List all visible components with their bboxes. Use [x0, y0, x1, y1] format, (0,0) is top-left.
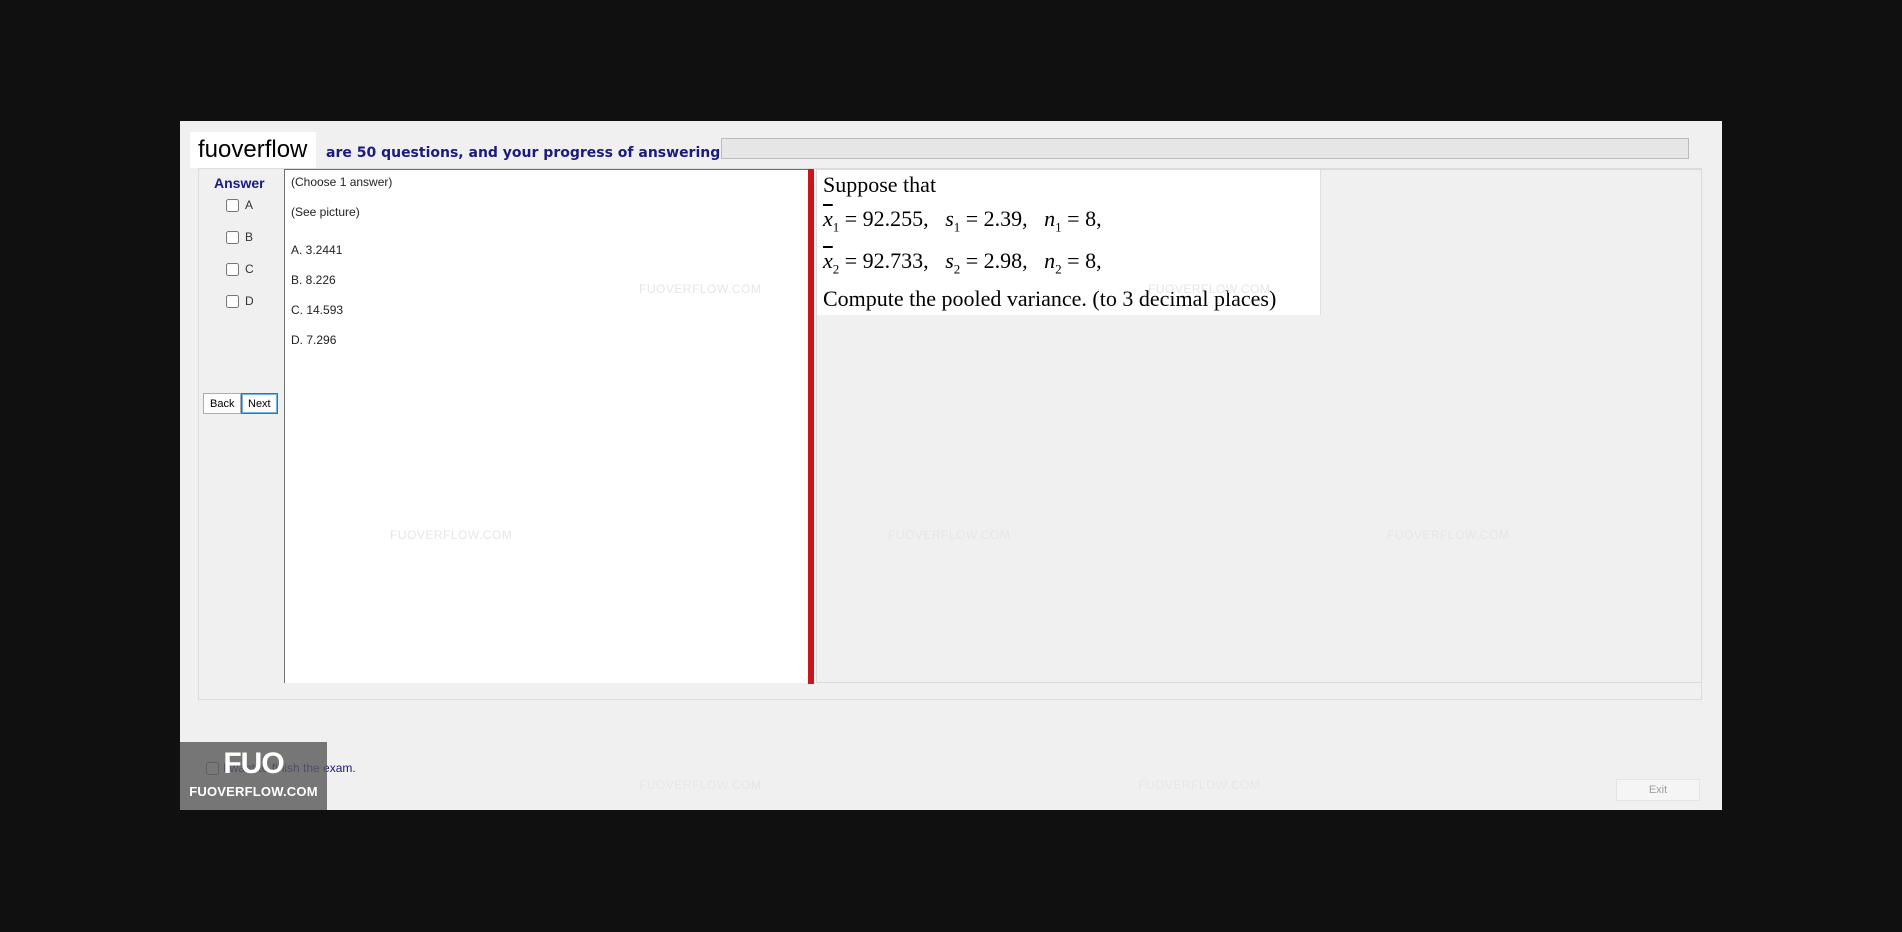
xbar2-sub: 2: [832, 261, 840, 277]
n1-sub: 1: [1055, 219, 1062, 235]
choice-d: D. 7.296: [291, 333, 337, 347]
choice-a: A. 3.2441: [291, 243, 343, 257]
question-image: Suppose that x1 = 92.255, s1 = 2.39, n1 …: [817, 170, 1321, 315]
n2-value: = 8,: [1067, 248, 1102, 273]
answer-option-d[interactable]: D: [226, 294, 254, 308]
answer-option-c[interactable]: C: [226, 262, 254, 276]
n2-symbol: n: [1044, 248, 1056, 273]
n1-symbol: n: [1044, 206, 1056, 231]
s2-symbol: s: [945, 248, 954, 273]
image-line-task: Compute the pooled variance. (to 3 decim…: [823, 286, 1277, 311]
choice-c: C. 14.593: [291, 303, 344, 317]
image-line-intro: Suppose that: [823, 172, 937, 197]
xbar1-value: = 92.255,: [844, 206, 929, 231]
s1-sub: 1: [953, 219, 961, 235]
question-instruction: (Choose 1 answer): [291, 175, 393, 189]
answer-option-label: C: [245, 262, 254, 276]
xbar2-symbol: x: [823, 248, 833, 273]
panel-splitter[interactable]: [808, 169, 814, 684]
progress-label: are 50 questions, and your progress of a…: [326, 145, 739, 161]
back-button[interactable]: Back: [203, 393, 242, 414]
watermark-text: FUOVERFLOW.COM: [1138, 778, 1261, 792]
s1-symbol: s: [945, 206, 954, 231]
exit-button[interactable]: Exit: [1616, 779, 1700, 801]
exam-window: fuoverflow are 50 questions, and your pr…: [180, 121, 1722, 810]
s1-value: = 2.39,: [965, 206, 1028, 231]
choice-b: B. 8.226: [291, 273, 336, 287]
fuo-logo-site: FUOVERFLOW.COM: [189, 784, 318, 799]
image-line-sample2: x2 = 92.733, s2 = 2.98, n2 = 8,: [823, 248, 1102, 277]
answer-option-a[interactable]: A: [226, 198, 253, 212]
s2-value: = 2.98,: [965, 248, 1028, 273]
next-button[interactable]: Next: [241, 393, 278, 414]
answer-checkbox-c[interactable]: [226, 262, 239, 276]
xbar1-sub: 1: [832, 219, 840, 235]
xbar1-symbol: x: [823, 206, 833, 231]
progress-bar: [721, 138, 1689, 159]
answer-option-label: D: [245, 294, 254, 308]
see-picture-label: (See picture): [291, 205, 360, 219]
answer-checkbox-d[interactable]: [226, 294, 239, 308]
answer-checkbox-b[interactable]: [226, 230, 239, 244]
question-image-panel: Suppose that x1 = 92.255, s1 = 2.39, n1 …: [816, 169, 1702, 683]
fuo-watermark-logo: FUO FUOVERFLOW.COM: [180, 742, 327, 810]
question-text-panel: (Choose 1 answer) (See picture) A. 3.244…: [284, 169, 810, 683]
fuo-logo-text: FUO: [223, 747, 284, 780]
n1-value: = 8,: [1067, 206, 1102, 231]
xbar2-value: = 92.733,: [844, 248, 929, 273]
answer-header: Answer: [214, 175, 265, 191]
watermark-text: FUOVERFLOW.COM: [639, 778, 762, 792]
answer-option-label: B: [245, 230, 254, 244]
n2-sub: 2: [1055, 261, 1062, 277]
brand-label: fuoverflow: [190, 132, 316, 168]
s2-sub: 2: [953, 261, 961, 277]
image-line-sample1: x1 = 92.255, s1 = 2.39, n1 = 8,: [823, 206, 1102, 235]
answer-option-b[interactable]: B: [226, 230, 253, 244]
answer-option-label: A: [245, 198, 254, 212]
answer-checkbox-a[interactable]: [226, 198, 239, 212]
